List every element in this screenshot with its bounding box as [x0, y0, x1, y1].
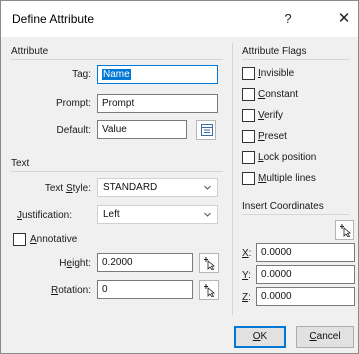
lock-position-label: Lock position [258, 152, 317, 163]
lock-position-checkbox[interactable] [242, 151, 255, 164]
x-label: X: [242, 248, 252, 259]
attribute-section-label: Attribute [11, 46, 49, 57]
tag-label: Tag: [72, 69, 91, 80]
prompt-label: Prompt: [55, 98, 91, 109]
y-coordinate-input[interactable]: 0.0000 [256, 265, 355, 284]
text-style-select[interactable]: STANDARD [97, 178, 218, 197]
column-divider [232, 43, 233, 315]
y-label: Y: [242, 270, 251, 281]
height-label: Height: [59, 258, 91, 269]
cancel-button[interactable]: Cancel [296, 326, 354, 348]
verify-checkbox[interactable] [242, 109, 255, 122]
ok-button[interactable]: OK [234, 326, 286, 348]
flags-divider [242, 59, 349, 60]
z-label: Z: [242, 292, 251, 303]
pick-insertion-point-button[interactable] [335, 220, 354, 240]
constant-checkbox[interactable] [242, 88, 255, 101]
dialog-title: Define Attribute [12, 12, 95, 26]
justification-value: Left [103, 209, 120, 220]
insert-section-label: Insert Coordinates [242, 201, 324, 212]
multiple-lines-label: Multiple lines [258, 173, 316, 184]
pick-rotation-button[interactable] [199, 280, 219, 300]
justification-label: Justification: [17, 210, 73, 221]
rotation-label: Rotation: [50, 285, 91, 296]
attribute-divider [11, 59, 223, 60]
text-divider [11, 171, 223, 172]
title-bar: Define Attribute ? ✕ [1, 1, 358, 37]
multiple-lines-checkbox[interactable] [242, 172, 255, 185]
flags-section-label: Attribute Flags [242, 46, 307, 57]
text-section-label: Text [11, 158, 30, 169]
text-style-value: STANDARD [103, 182, 158, 193]
invisible-checkbox[interactable] [242, 67, 255, 80]
pick-cursor-icon [204, 284, 215, 297]
justification-select[interactable]: Left [97, 205, 218, 224]
chevron-down-icon [204, 185, 211, 190]
help-button[interactable]: ? [278, 9, 298, 29]
tag-value: Name [102, 69, 131, 80]
annotative-checkbox[interactable] [13, 233, 26, 246]
text-style-label: Text Style: [44, 183, 91, 194]
tag-input[interactable]: Name [97, 65, 218, 84]
height-input[interactable]: 0.2000 [97, 253, 193, 272]
x-coordinate-input[interactable]: 0.0000 [256, 243, 355, 262]
pick-height-button[interactable] [199, 253, 219, 273]
pick-cursor-icon [204, 257, 215, 270]
insert-field-icon [201, 124, 213, 136]
preset-label: Preset [258, 131, 287, 142]
z-coordinate-input[interactable]: 0.0000 [256, 287, 355, 306]
default-label: Default: [56, 125, 91, 136]
annotative-label: Annotative [30, 234, 78, 245]
insert-field-button[interactable] [196, 120, 216, 140]
invisible-label: Invisible [258, 68, 295, 79]
preset-checkbox[interactable] [242, 130, 255, 143]
insert-divider [242, 214, 349, 215]
verify-label: Verify [258, 110, 284, 121]
close-button[interactable]: ✕ [334, 9, 354, 29]
define-attribute-dialog: Define Attribute ? ✕ Attribute Tag: Name… [0, 0, 359, 354]
constant-label: Constant [258, 89, 299, 100]
default-input[interactable]: Value [97, 120, 187, 139]
pick-cursor-icon [340, 224, 351, 237]
chevron-down-icon [204, 212, 211, 217]
rotation-input[interactable]: 0 [97, 280, 193, 299]
prompt-input[interactable]: Prompt [97, 94, 218, 113]
